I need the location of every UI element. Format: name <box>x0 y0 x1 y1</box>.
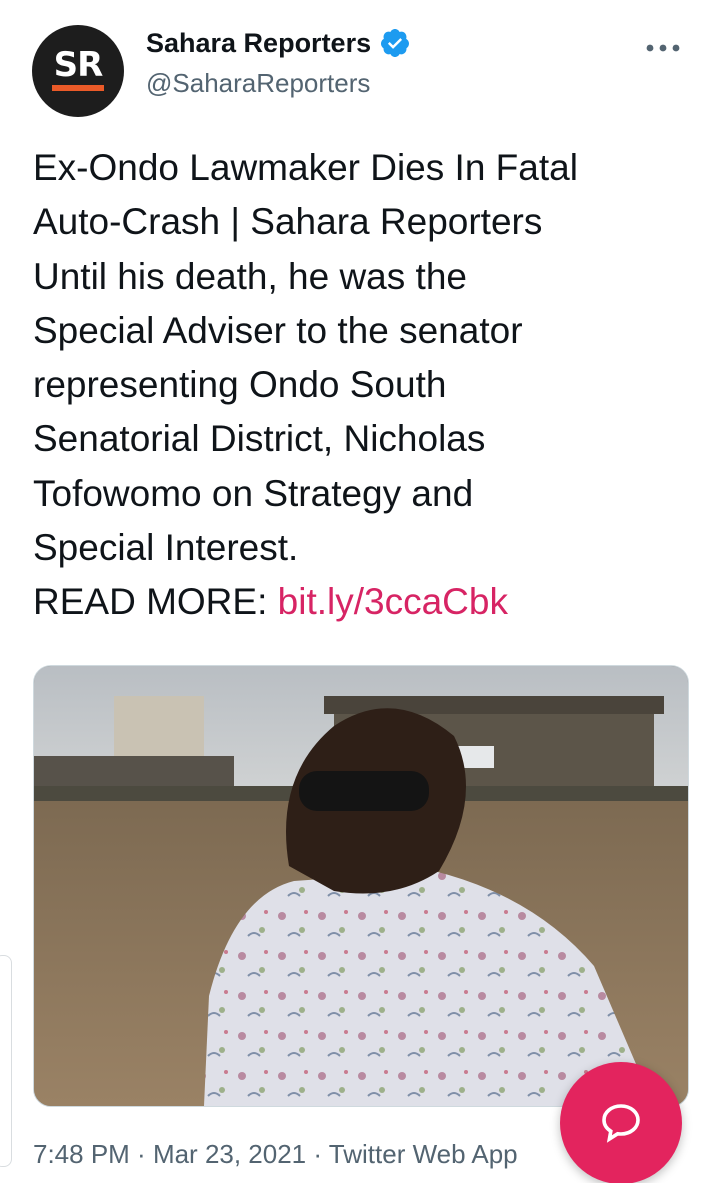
meta-separator: · <box>306 1139 329 1169</box>
tweet-link[interactable]: bit.ly/3ccaCbk <box>278 581 508 622</box>
more-dots <box>646 44 680 52</box>
reply-fab-button[interactable] <box>560 1062 682 1183</box>
author-block: Sahara Reporters @SaharaReporters <box>146 26 411 100</box>
tweet-meta: 7:48 PM · Mar 23, 2021 · Twitter Web App <box>33 1136 518 1172</box>
read-more-label: READ MORE: <box>33 581 278 623</box>
side-edge-card <box>0 955 12 1167</box>
display-name[interactable]: Sahara Reporters <box>146 26 371 60</box>
tweet-line: Auto-Crash | Sahara Reporters <box>33 201 543 243</box>
reply-bubble-icon <box>602 1104 640 1143</box>
tweet-line: Tofowomo on Strategy and <box>33 472 474 514</box>
tweet-line: Ex-Ondo Lawmaker Dies In Fatal <box>33 147 578 188</box>
tweet-media-photo[interactable] <box>33 665 689 1107</box>
avatar-logo-bar <box>52 85 104 91</box>
tweet-source[interactable]: Twitter Web App <box>329 1139 518 1169</box>
tweet-line: Special Interest. <box>33 527 299 569</box>
verified-badge-icon <box>381 29 410 57</box>
tweet-line: representing Ondo South <box>33 364 447 406</box>
avatar[interactable]: SR <box>32 25 124 117</box>
tweet-date[interactable]: Mar 23, 2021 <box>153 1139 306 1169</box>
meta-separator: · <box>129 1139 153 1169</box>
tweet-text: Ex-Ondo Lawmaker Dies In Fatal Auto-Cras… <box>33 141 693 630</box>
photo-man-on-river <box>34 666 688 1106</box>
tweet-line: Special Adviser to the senator <box>33 309 523 351</box>
handle[interactable]: @SaharaReporters <box>146 66 411 100</box>
tweet-time[interactable]: 7:48 PM <box>33 1139 130 1169</box>
tweet-line: Senatorial District, Nicholas <box>33 418 486 460</box>
read-more-line: READ MORE: bit.ly/3ccaCbk <box>33 575 693 629</box>
author-name-row[interactable]: Sahara Reporters <box>146 26 411 60</box>
tweet-line: Until his death, he was the <box>33 255 467 297</box>
avatar-logo-text: SR <box>53 45 104 85</box>
more-horizontal-icon[interactable] <box>644 30 684 60</box>
